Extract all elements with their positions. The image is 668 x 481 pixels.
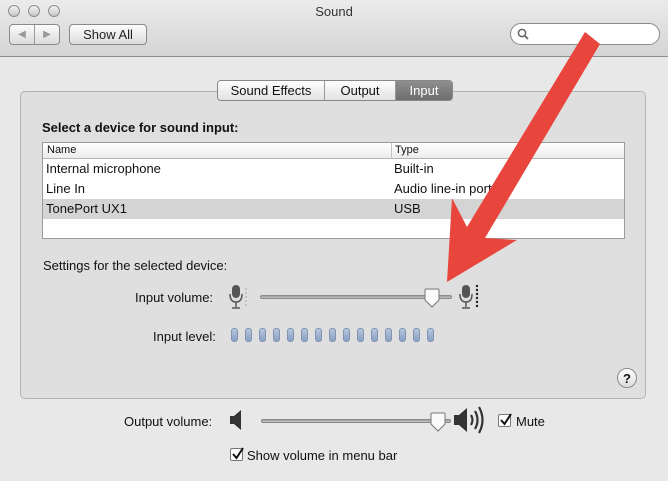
annotation-arrow [447, 32, 600, 282]
